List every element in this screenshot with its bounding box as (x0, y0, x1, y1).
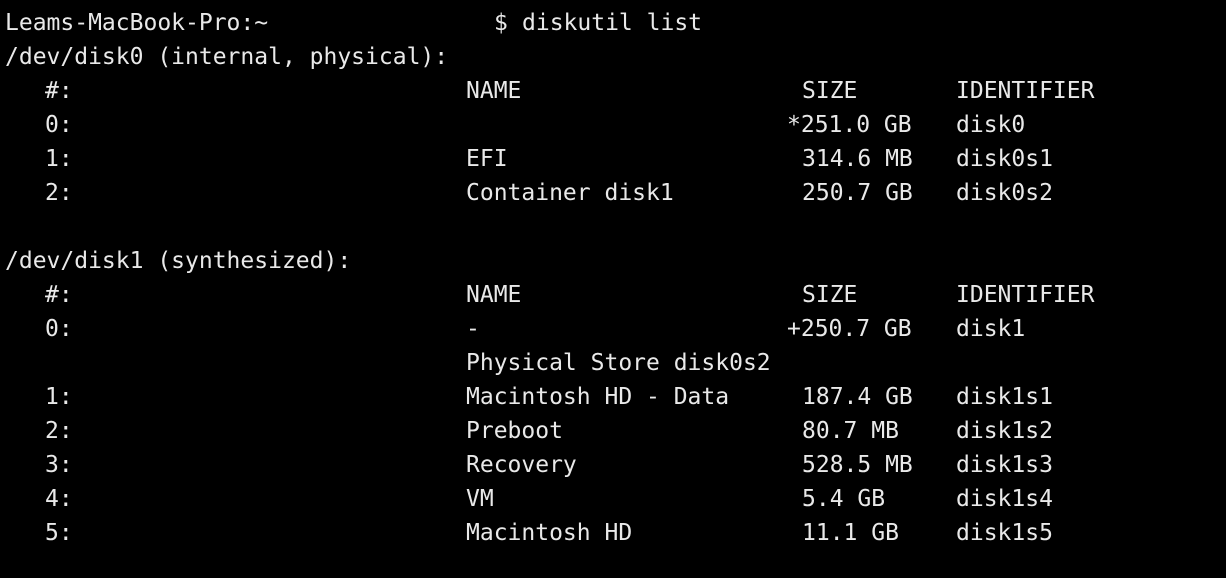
col-size-header: SIZE (802, 78, 858, 104)
row-identifier: disk1s4 (956, 486, 1053, 512)
table-row: 5: APFS Volume Macintosh HD 11.1 GB disk… (5, 516, 1053, 550)
table-row: 3: APFS Volume Recovery 528.5 MB disk1s3 (5, 448, 1053, 482)
row-num: 4: (45, 486, 73, 512)
prompt-command: diskutil list (522, 10, 703, 36)
table-row: 2: Apple_APFS Container disk1 250.7 GB d… (5, 176, 1053, 210)
table-row: 4: APFS Volume VM 5.4 GB disk1s4 (5, 482, 1053, 516)
disk0-header: /dev/disk0 (internal, physical): (5, 40, 448, 74)
row-name: Physical Store disk0s2 (466, 350, 771, 376)
disk0-column-headers: #: TYPE NAME SIZE IDENTIFIER (5, 74, 1094, 108)
row-size: 250.7 GB (802, 180, 913, 206)
row-identifier: disk1s3 (956, 452, 1053, 478)
row-identifier: disk0 (956, 112, 1026, 138)
row-identifier: disk1 (956, 316, 1026, 342)
table-row: 0: APFS Container Scheme - +250.7 GB dis… (5, 312, 1025, 346)
row-num: 1: (45, 384, 73, 410)
row-name: Container disk1 (466, 180, 674, 206)
col-name-header: NAME (466, 282, 522, 308)
row-identifier: disk1s1 (956, 384, 1053, 410)
table-row: 1: EFI EFI 314.6 MB disk0s1 (5, 142, 1053, 176)
prompt-line: Leams-MacBook-Pro:~ $ diskutil list (5, 6, 702, 40)
row-name: Recovery (466, 452, 577, 478)
table-row: 2: APFS Volume Preboot 80.7 MB disk1s2 (5, 414, 1053, 448)
row-num: 2: (45, 180, 73, 206)
table-row: 1: APFS Volume Macintosh HD - Data 187.4… (5, 380, 1053, 414)
row-name: Macintosh HD (466, 520, 633, 546)
row-name: Macintosh HD - Data (466, 384, 730, 410)
col-num-header: #: (45, 282, 73, 308)
row-name: Preboot (466, 418, 563, 444)
row-num: 3: (45, 452, 73, 478)
disk-header-text: /dev/disk0 (internal, physical): (5, 44, 449, 70)
prompt-symbol: $ (494, 10, 508, 36)
col-name-header: NAME (466, 78, 522, 104)
row-size: 80.7 MB (802, 418, 899, 444)
row-identifier: disk0s2 (956, 180, 1053, 206)
row-num: 2: (45, 418, 73, 444)
row-name: - (466, 316, 480, 342)
col-identifier-header: IDENTIFIER (956, 282, 1095, 308)
col-num-header: #: (45, 78, 73, 104)
row-num: 0: (45, 316, 73, 342)
col-size-header: SIZE (802, 282, 858, 308)
table-row: 0: GUID_partition_scheme *251.0 GB disk0 (5, 108, 1025, 142)
row-identifier: disk0s1 (956, 146, 1053, 172)
row-num: 1: (45, 146, 73, 172)
row-size: 528.5 MB (802, 452, 913, 478)
disk-header-text: /dev/disk1 (synthesized): (5, 248, 352, 274)
row-num: 5: (45, 520, 73, 546)
row-size: 5.4 GB (802, 486, 886, 512)
table-row: Physical Store disk0s2 (5, 346, 771, 380)
row-size: *251.0 GB (787, 112, 912, 138)
row-name: VM (466, 486, 494, 512)
terminal-window[interactable]: Leams-MacBook-Pro:~ $ diskutil list /dev… (0, 0, 1226, 578)
row-size: 187.4 GB (802, 384, 913, 410)
disk1-column-headers: #: TYPE NAME SIZE IDENTIFIER (5, 278, 1094, 312)
row-num: 0: (45, 112, 73, 138)
row-size: 314.6 MB (802, 146, 913, 172)
disk1-header: /dev/disk1 (synthesized): (5, 244, 351, 278)
row-name: EFI (466, 146, 508, 172)
row-identifier: disk1s2 (956, 418, 1053, 444)
prompt-host: Leams-MacBook-Pro:~ (5, 10, 269, 36)
row-identifier: disk1s5 (956, 520, 1053, 546)
col-identifier-header: IDENTIFIER (956, 78, 1095, 104)
row-size: 11.1 GB (802, 520, 899, 546)
row-size: +250.7 GB (787, 316, 912, 342)
